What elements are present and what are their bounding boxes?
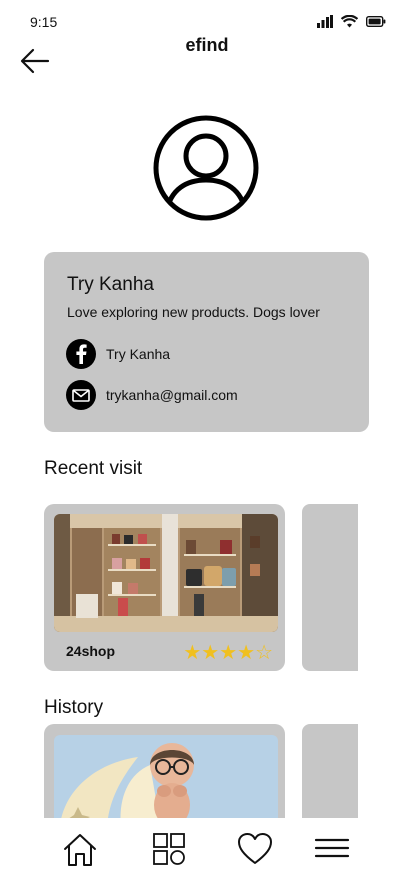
email-contact[interactable]: trykanha@gmail.com	[66, 380, 238, 410]
history-title: History	[44, 697, 104, 718]
avatar[interactable]	[152, 114, 260, 222]
star-empty-icon: ☆	[255, 642, 273, 664]
mail-icon	[66, 380, 96, 410]
wifi-icon	[341, 15, 358, 28]
recent-card-next[interactable]	[302, 504, 358, 671]
grid-icon	[153, 833, 185, 865]
profile-bio: Love exploring new products. Dogs lover	[67, 304, 320, 320]
heart-icon	[238, 833, 272, 864]
facebook-contact[interactable]: Try Kanha	[66, 339, 170, 369]
app-title: efind	[185, 35, 229, 55]
profile-card: Try Kanha Love exploring new products. D…	[44, 252, 369, 432]
signal-icon	[317, 15, 333, 28]
star-filled-icon: ★	[183, 642, 202, 664]
user-avatar-icon	[153, 115, 259, 221]
home-icon	[64, 834, 96, 866]
battery-icon	[366, 16, 386, 27]
status-time: 9:15	[30, 14, 58, 30]
facebook-icon	[66, 339, 96, 369]
arrow-left-icon	[20, 48, 50, 74]
star-filled-icon: ★	[237, 642, 256, 664]
email-label: trykanha@gmail.com	[106, 387, 238, 403]
nav-home[interactable]	[62, 832, 102, 872]
shop-photo	[54, 514, 278, 632]
star-filled-icon: ★	[219, 642, 238, 664]
bottom-nav	[0, 818, 414, 896]
nav-menu[interactable]	[314, 832, 354, 872]
menu-icon	[314, 838, 350, 858]
recent-visit-title: Recent visit	[44, 458, 143, 479]
shop-name: 24shop	[66, 643, 116, 659]
top-bar: efind	[0, 30, 414, 80]
nav-favorites[interactable]	[237, 832, 277, 872]
shop-rating: ★★★★☆	[183, 640, 273, 665]
status-icons	[317, 15, 386, 28]
recent-shop-card[interactable]: 24shop ★★★★☆	[44, 504, 285, 671]
back-button[interactable]	[20, 48, 56, 78]
profile-name: Try Kanha	[67, 274, 154, 295]
nav-categories[interactable]	[152, 832, 192, 872]
facebook-label: Try Kanha	[106, 346, 171, 362]
star-filled-icon: ★	[201, 642, 220, 664]
